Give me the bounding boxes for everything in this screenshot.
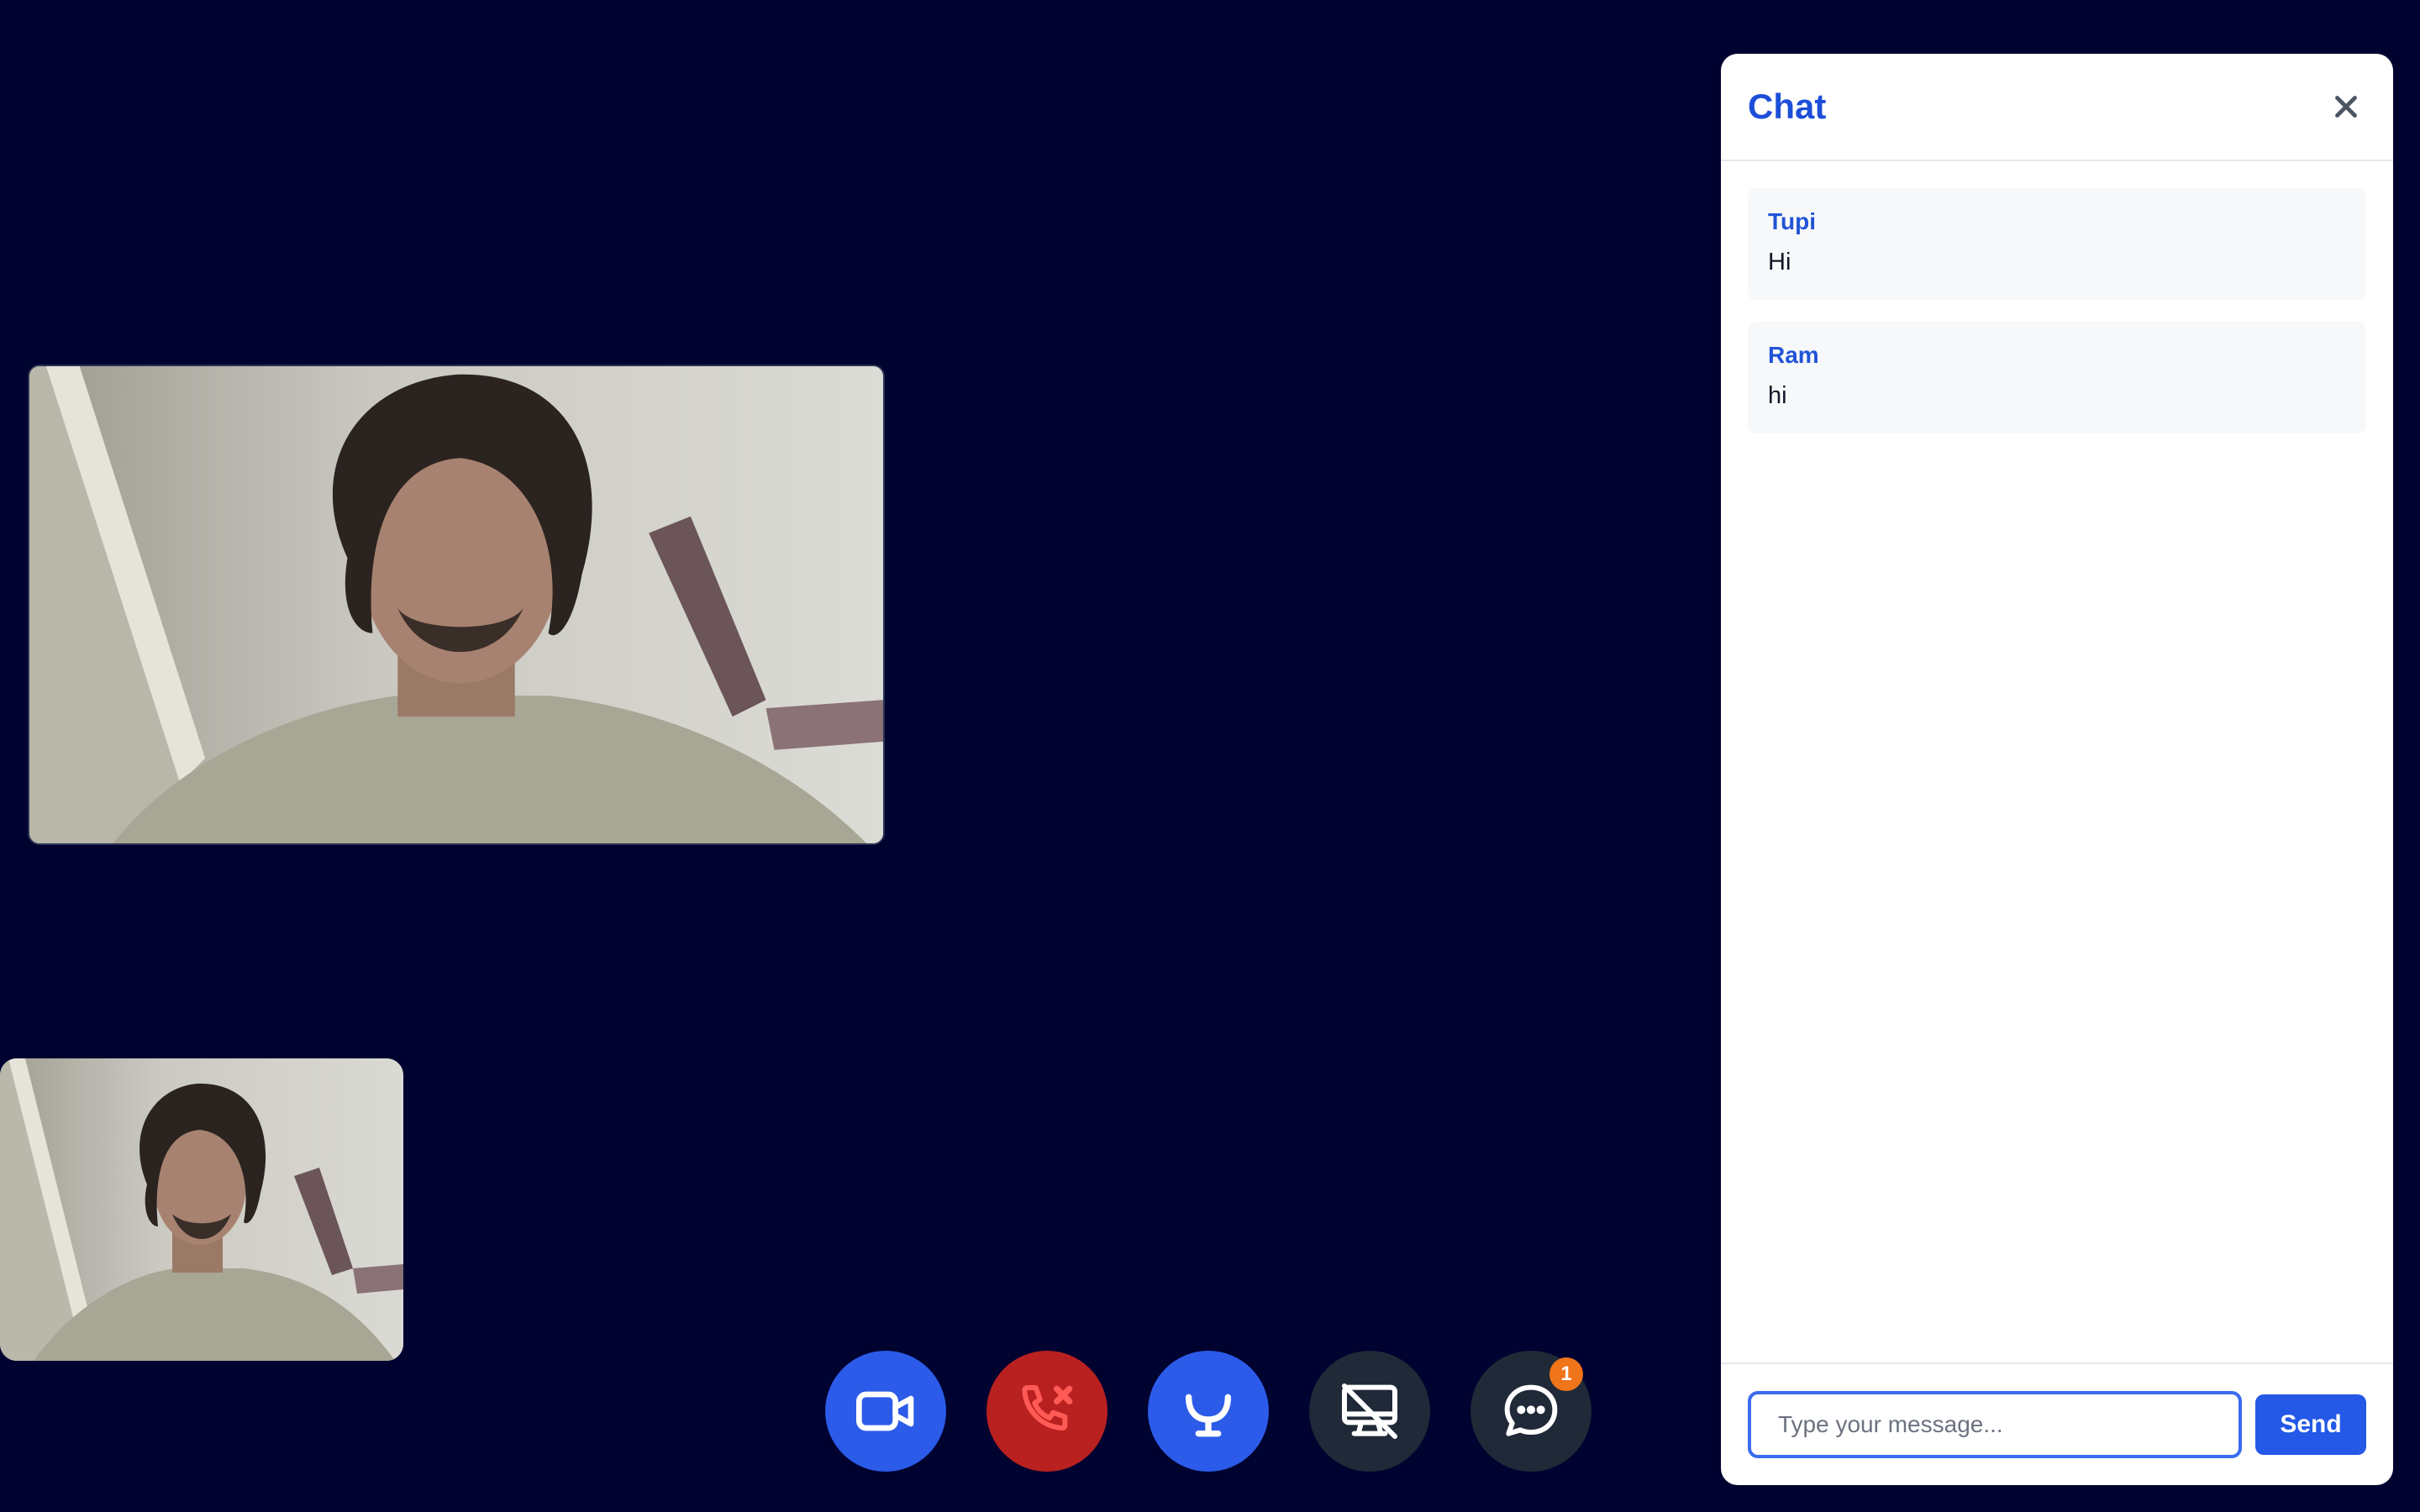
message-sender: Tupi [1768,208,1817,234]
video-call-screen: 1 Chat Tupi Hi Ram hi Sen [0,0,2420,1512]
message-text: Hi [1768,249,1791,276]
end-call-button[interactable] [986,1351,1107,1472]
close-chat-button[interactable] [2326,87,2366,127]
message-input[interactable] [1748,1391,2242,1458]
close-icon [2335,96,2357,118]
video-camera-icon [856,1391,914,1431]
chat-message-list: Tupi Hi Ram hi [1721,161,2393,1362]
chat-toggle-button[interactable]: 1 [1470,1351,1591,1472]
local-video-tile [0,1058,403,1361]
message-sender: Ram [1768,342,1819,368]
monitor-off-icon [1342,1383,1397,1439]
microphone-icon [1186,1394,1231,1437]
chat-panel: Chat Tupi Hi Ram hi Send [1721,54,2393,1485]
chat-message: Tupi Hi [1748,188,2366,300]
toggle-video-button[interactable] [825,1351,946,1472]
send-button[interactable]: Send [2255,1394,2366,1455]
phone-x-icon [1022,1385,1073,1431]
call-controls: 1 [825,1351,1591,1472]
screen-share-button[interactable] [1309,1351,1430,1472]
unread-count-badge: 1 [1549,1357,1583,1391]
local-video-frame [0,1058,403,1361]
chat-footer: Send [1721,1362,2393,1485]
remote-video-tile [28,365,885,845]
chat-message: Ram hi [1748,322,2366,433]
chat-header: Chat [1721,54,2393,161]
message-text: hi [1768,382,1787,409]
chat-bubble-icon [1504,1384,1558,1436]
remote-video-frame [29,366,883,843]
toggle-mic-button[interactable] [1148,1351,1269,1472]
chat-title: Chat [1748,87,1827,126]
